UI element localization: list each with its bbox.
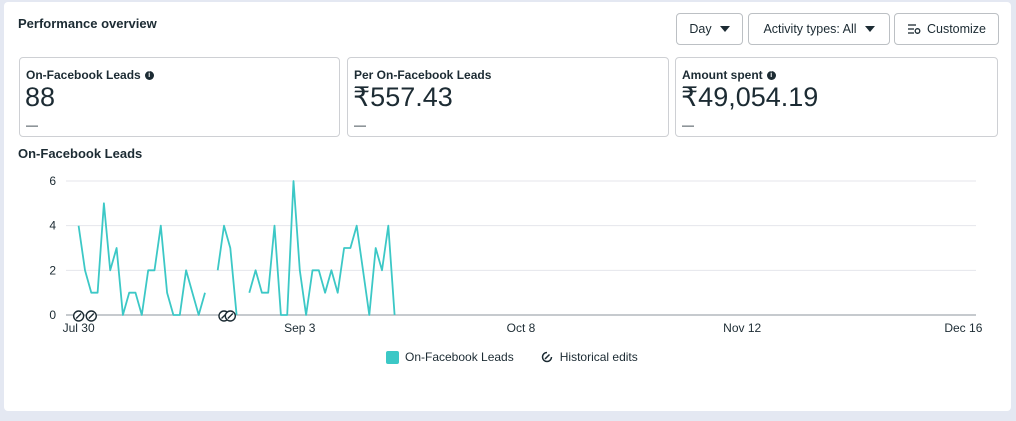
x-tick-label: Jul 30	[63, 321, 95, 335]
legend-item-leads[interactable]: On-Facebook Leads	[386, 350, 514, 364]
historical-edit-icon	[541, 351, 552, 363]
chart-legend: On-Facebook Leads Historical edits	[386, 350, 664, 364]
x-tick-label: Nov 12	[723, 321, 761, 335]
legend-label: On-Facebook Leads	[405, 350, 514, 364]
y-tick-label: 4	[49, 219, 56, 233]
x-tick-label: Sep 3	[284, 321, 316, 335]
x-tick-label: Oct 8	[507, 321, 536, 335]
y-tick-label: 2	[49, 263, 56, 277]
legend-item-historical-edits[interactable]: Historical edits	[540, 350, 638, 364]
legend-label: Historical edits	[559, 350, 638, 364]
y-tick-label: 0	[49, 308, 56, 322]
performance-panel: Performance overview Day Activity types:…	[4, 2, 1011, 411]
series-line	[77, 202, 206, 316]
x-tick-label: Dec 16	[944, 321, 982, 335]
y-tick-label: 6	[49, 174, 56, 188]
leads-line-chart[interactable]: 0 2 4 6 Jul 30 Sep 3 Oct 8 Nov 12 Dec 16	[4, 2, 1011, 347]
series-line	[248, 180, 396, 316]
legend-swatch	[386, 350, 399, 364]
